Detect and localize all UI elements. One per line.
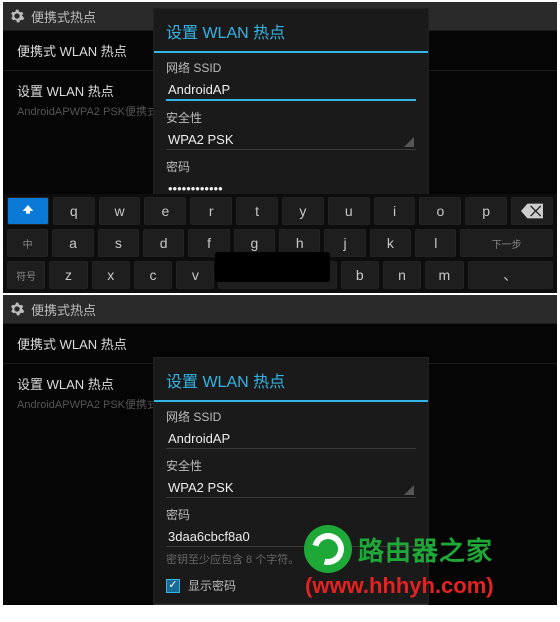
key-z[interactable]: z [49, 261, 87, 289]
key-s[interactable]: s [98, 229, 139, 257]
key-w[interactable]: w [99, 197, 141, 225]
password-label: 密码 [166, 158, 416, 175]
key-j[interactable]: j [324, 229, 365, 257]
key-n[interactable]: n [383, 261, 421, 289]
key-ime-switch[interactable]: 中 [7, 229, 48, 257]
brand-text: 路由器之家 [358, 531, 493, 568]
key-i[interactable]: i [374, 197, 416, 225]
ssid-input[interactable]: AndroidAP [166, 78, 416, 101]
titlebar: 便携式热点 [3, 295, 557, 323]
dialog-title: 设置 WLAN 热点 [154, 9, 428, 53]
key-d[interactable]: d [143, 229, 184, 257]
key-symbols[interactable]: 符号 [7, 261, 45, 289]
screenshot-top: 便携式热点 便携式 WLAN 热点 设置 WLAN 热点 AndroidAPWP… [3, 2, 557, 293]
password-label: 密码 [166, 506, 416, 523]
key-q[interactable]: q [53, 197, 95, 225]
key-t[interactable]: t [236, 197, 278, 225]
key-comma[interactable]: 、 [468, 261, 553, 289]
shift-icon [20, 203, 36, 219]
show-password-label: 显示密码 [188, 577, 236, 594]
security-select[interactable]: WPA2 PSK [166, 476, 416, 498]
row-label: 便携式 WLAN 热点 [17, 334, 543, 353]
key-u[interactable]: u [328, 197, 370, 225]
key-y[interactable]: y [282, 197, 324, 225]
ssid-label: 网络 SSID [166, 408, 416, 425]
gear-icon [9, 8, 25, 24]
security-select[interactable]: WPA2 PSK [166, 128, 416, 150]
key-l[interactable]: l [415, 229, 456, 257]
ssid-label: 网络 SSID [166, 59, 416, 76]
hotspot-dialog: 设置 WLAN 热点 网络 SSID AndroidAP 安全性 WPA2 PS… [153, 8, 429, 220]
key-o[interactable]: o [419, 197, 461, 225]
key-c[interactable]: c [134, 261, 172, 289]
gear-icon [9, 301, 25, 317]
key-x[interactable]: x [92, 261, 130, 289]
redaction-bar [215, 252, 330, 282]
key-next[interactable]: 下一步 [460, 229, 553, 257]
title-text: 便携式热点 [31, 300, 96, 319]
key-e[interactable]: e [144, 197, 186, 225]
key-p[interactable]: p [465, 197, 507, 225]
dialog-title: 设置 WLAN 热点 [154, 358, 428, 402]
key-k[interactable]: k [370, 229, 411, 257]
key-v[interactable]: v [176, 261, 214, 289]
title-text: 便携式热点 [31, 7, 96, 26]
ssid-input[interactable]: AndroidAP [166, 427, 416, 449]
key-b[interactable]: b [341, 261, 379, 289]
watermark-logo: 路由器之家 [304, 524, 493, 574]
show-password-checkbox[interactable]: ✓ [166, 579, 180, 593]
security-label: 安全性 [166, 457, 416, 474]
key-backspace[interactable] [511, 197, 553, 225]
brand-icon [304, 525, 352, 573]
key-m[interactable]: m [425, 261, 463, 289]
key-r[interactable]: r [190, 197, 232, 225]
backspace-icon [521, 203, 543, 219]
security-label: 安全性 [166, 109, 416, 126]
key-a[interactable]: a [52, 229, 93, 257]
key-shift[interactable] [7, 197, 49, 225]
watermark-url: (www.hhhyh.com) [305, 573, 494, 599]
